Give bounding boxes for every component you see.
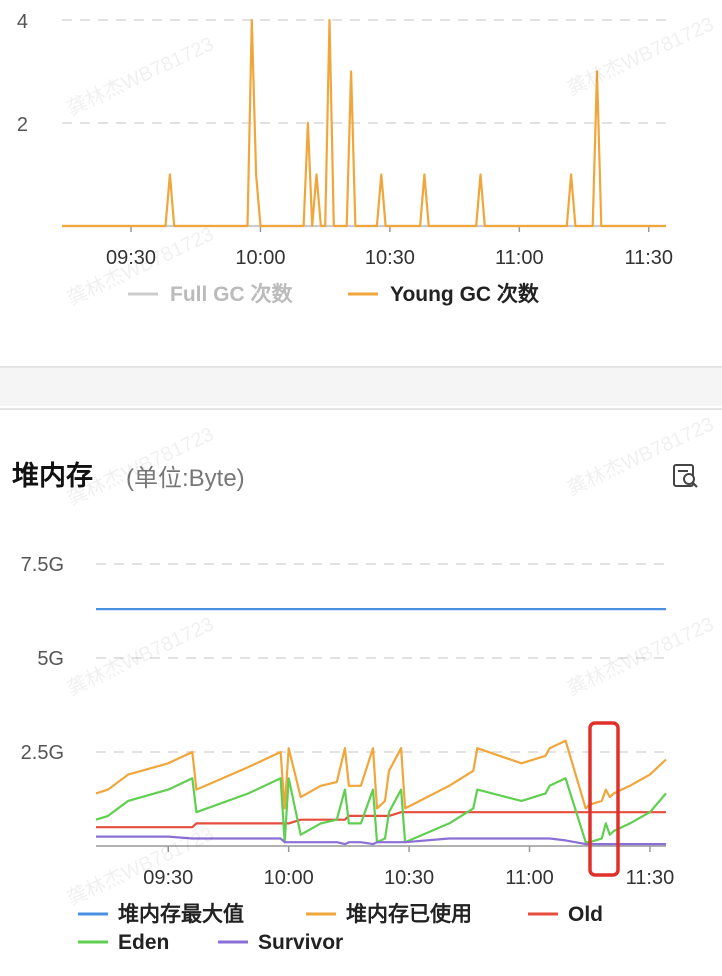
heap-title: 堆内存: [12, 461, 93, 491]
heap-unit-label: (单位:Byte): [126, 465, 245, 492]
x-tick-label: 11:30: [624, 247, 673, 269]
y-tick-label: 2: [17, 114, 28, 136]
legend-label: Old: [568, 903, 603, 926]
x-tick-label: 10:00: [235, 247, 285, 269]
x-tick-label: 09:30: [106, 247, 156, 269]
heap-memory-card: 堆内存 (单位:Byte) 2.5G 5G 7.5G 09:30 10:00 10:30 1…: [0, 408, 722, 976]
y-tick-label: 7.5G: [21, 554, 64, 576]
legend-label: Young GC 次数: [390, 282, 540, 306]
card-separator: [0, 368, 722, 406]
x-tick-label: 10:00: [264, 867, 314, 889]
series-line-eden: [95, 777, 667, 844]
y-tick-label: 4: [17, 11, 28, 33]
x-tick-label: 09:30: [143, 867, 193, 889]
x-tick-label: 11:00: [495, 247, 544, 269]
y-tick-label: 5G: [37, 648, 64, 670]
x-tick-label: 11:30: [626, 867, 675, 889]
legend-label: Full GC 次数: [170, 282, 293, 306]
gc-count-card: 2 4 09:30 10:00 10:30 11:00 11:30 Full GC 次数 You…: [0, 0, 722, 368]
series-line-survivor: [96, 835, 666, 846]
legend-label: 堆内存最大值: [118, 902, 244, 926]
x-tick-label: 11:00: [505, 867, 554, 889]
legend-label: Survivor: [258, 931, 343, 954]
x-tick-label: 10:30: [384, 867, 434, 889]
legend-label: Eden: [118, 931, 169, 954]
gc-count-chart: 2 4 09:30 10:00 10:30 11:00 11:30 Full GC 次数 You…: [17, 11, 673, 306]
highlight-box: [588, 721, 620, 877]
series-line-heap-used: [95, 739, 667, 810]
y-tick-label: 2.5G: [21, 742, 64, 764]
series-line-old: [96, 811, 666, 829]
x-tick-label: 10:30: [365, 247, 415, 269]
export-search-icon: [673, 464, 698, 488]
heap-memory-chart: 2.5G 5G 7.5G 09:30 10:00 10:30 11:00 11:30 堆内存最大…: [21, 554, 675, 954]
legend-label: 堆内存已使用: [346, 902, 472, 926]
export-data-button[interactable]: [670, 460, 700, 490]
